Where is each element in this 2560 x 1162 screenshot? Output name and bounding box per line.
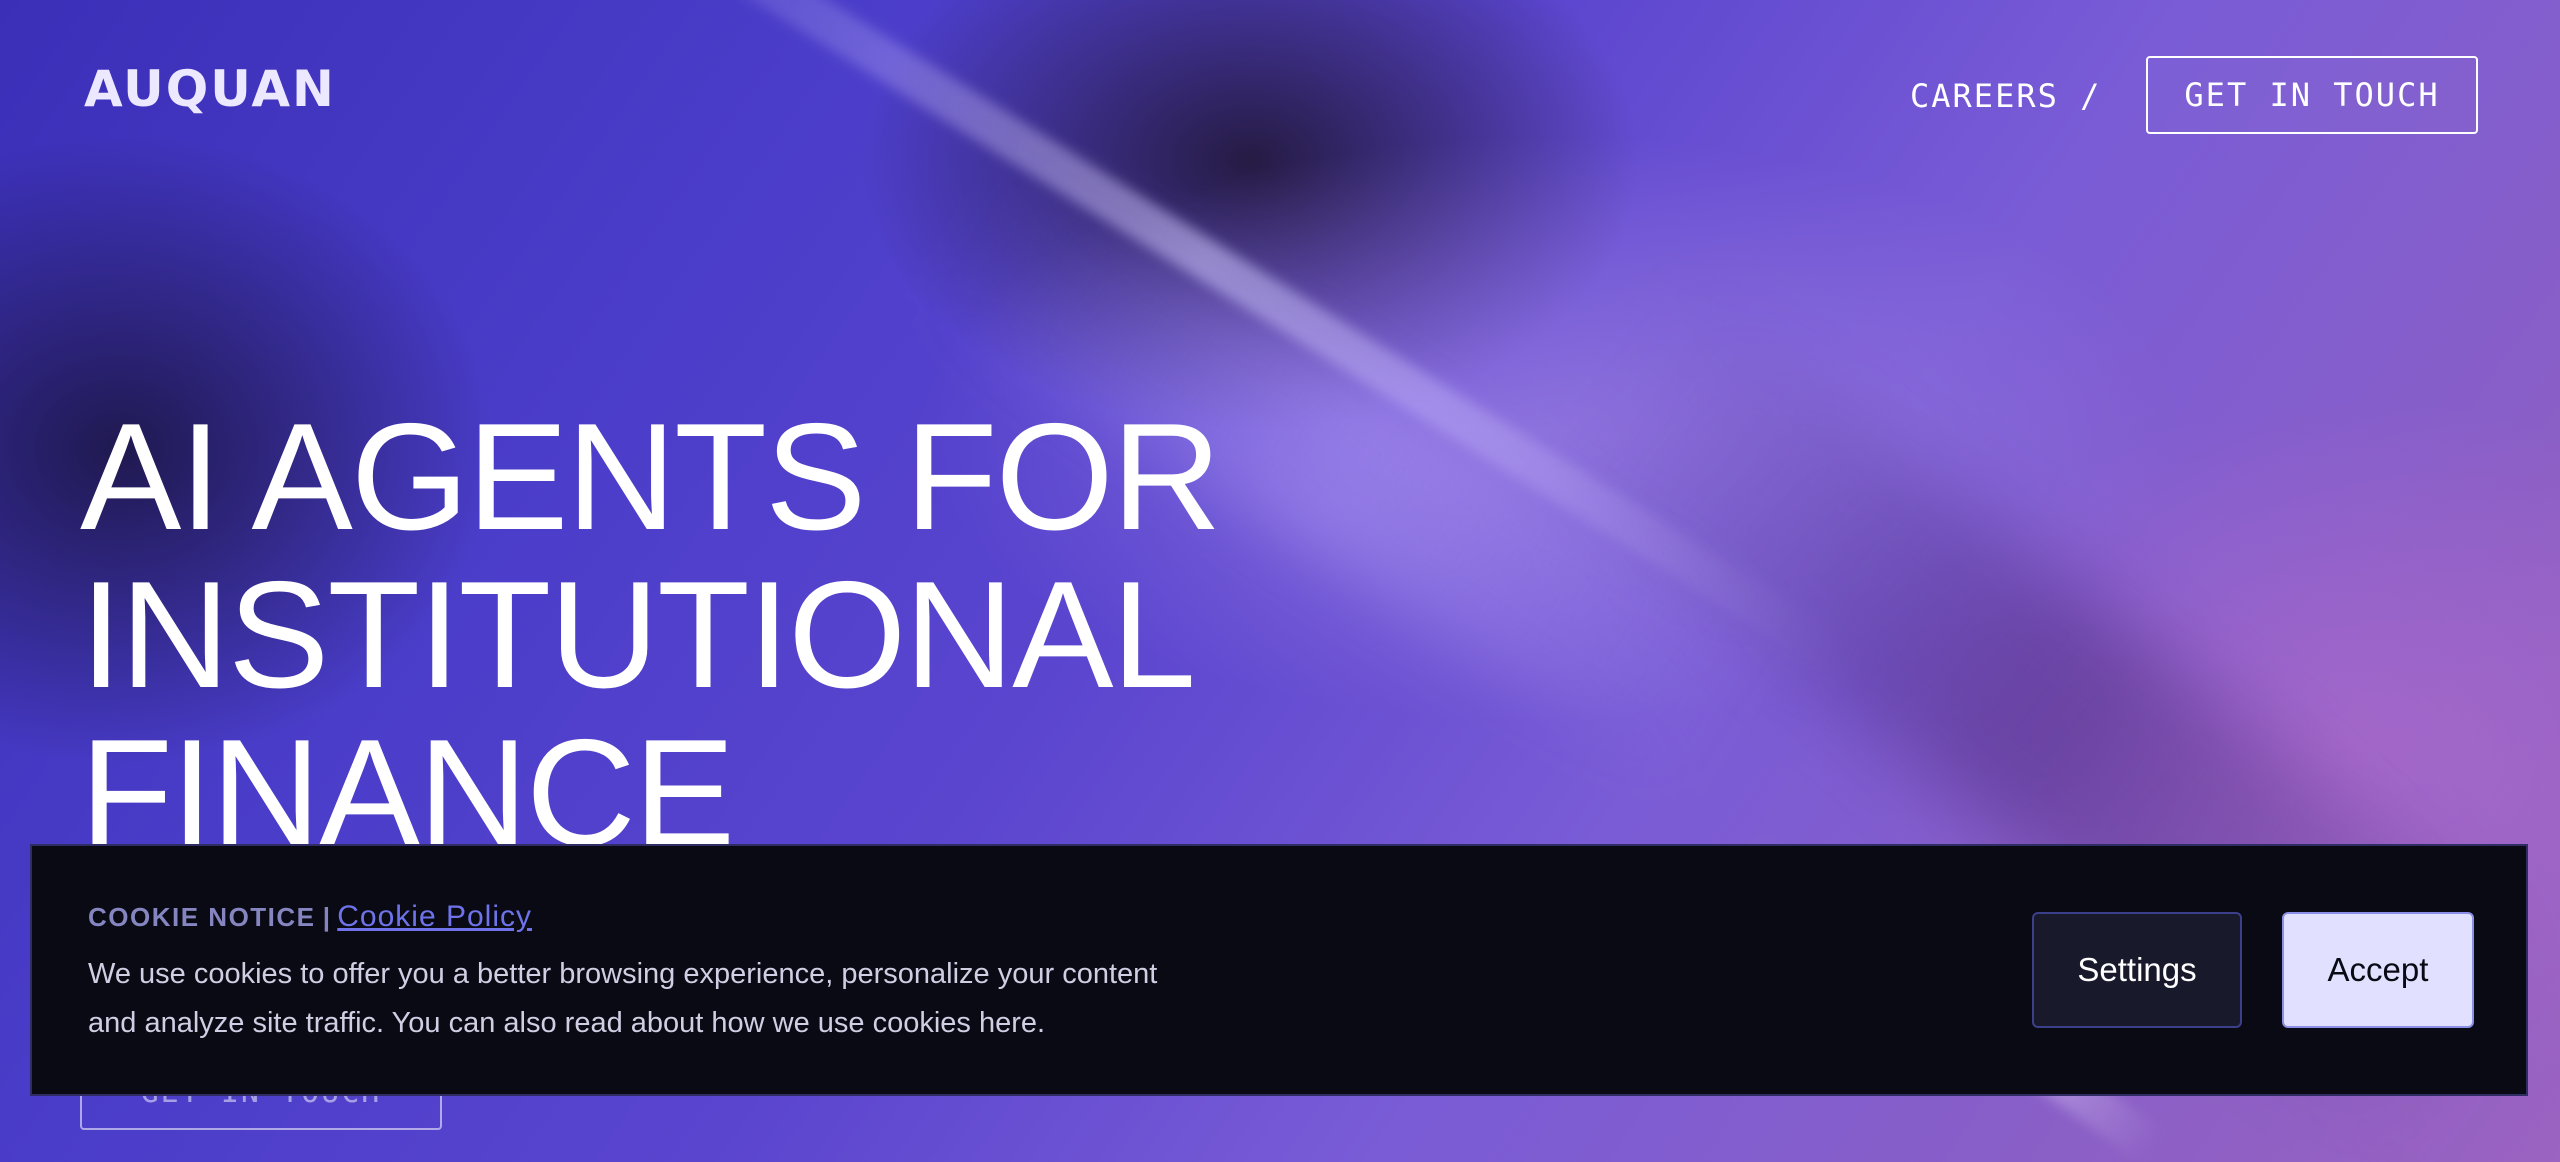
cookie-policy-link[interactable]: Cookie Policy [337, 900, 532, 933]
get-in-touch-button[interactable]: GET IN TOUCH [2146, 56, 2478, 134]
page: AUQUAN CAREERS / GET IN TOUCH AI AGENTS … [0, 0, 2560, 1162]
cookie-notice-text: We use cookies to offer you a better bro… [88, 958, 1158, 1039]
cookie-banner: COOKIE NOTICE | Cookie Policy We use coo… [30, 844, 2528, 1096]
careers-link[interactable]: CAREERS / [1910, 76, 2101, 116]
hero-headline-line: INSTITUTIONAL [80, 550, 1196, 720]
cookie-heading: COOKIE NOTICE | Cookie Policy [88, 900, 532, 934]
cookie-accept-button[interactable]: Accept [2282, 912, 2474, 1028]
cookie-heading-separator: | [322, 902, 331, 932]
auquan-logo[interactable]: AUQUAN [84, 64, 336, 114]
hero-headline: AI AGENTS FOR INSTITUTIONAL FINANCE [80, 392, 1222, 872]
cookie-settings-button[interactable]: Settings [2032, 912, 2242, 1028]
hero-headline-line: AI AGENTS FOR [80, 392, 1222, 562]
cookie-notice-title: COOKIE NOTICE [88, 902, 316, 932]
